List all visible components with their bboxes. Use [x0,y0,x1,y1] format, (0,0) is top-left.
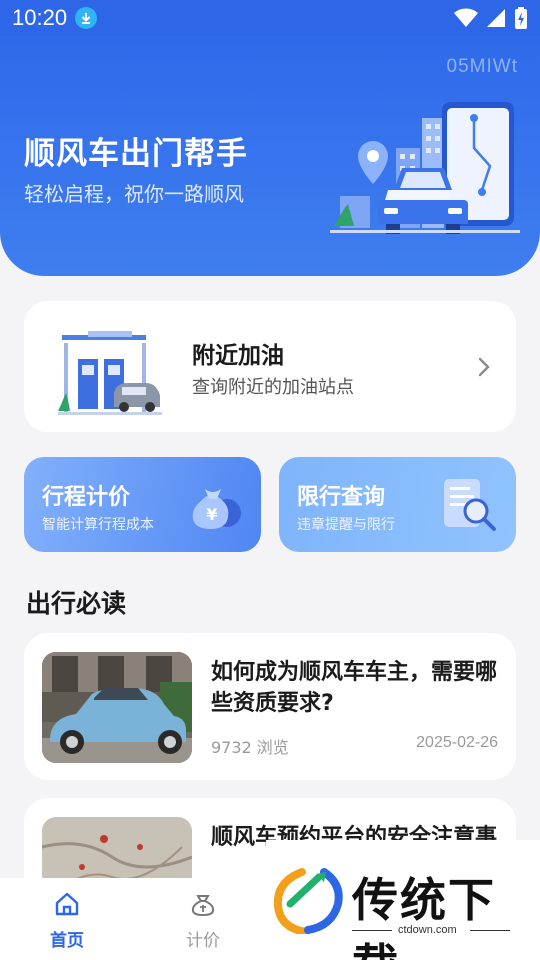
document-search-icon [444,479,496,531]
signal-icon [487,9,505,27]
trip-fare-card[interactable]: 行程计价 智能计算行程成本 ¥ [24,457,261,552]
watermark: 传统下载 ctdown.com [266,840,540,960]
nearby-gas-card[interactable]: 附近加油 查询附近的加油站点 [24,301,516,432]
download-icon [75,7,98,29]
trip-fare-subtitle: 智能计算行程成本 [42,517,154,533]
tab-home[interactable]: 首页 [32,890,102,951]
money-bag-icon: ¥ [192,489,241,529]
chevron-right-icon [478,357,490,377]
article-thumbnail [42,652,192,763]
traffic-restriction-title: 限行查询 [297,485,386,510]
watermark-divider [470,930,510,931]
tab-fare[interactable]: 计价 [168,890,238,951]
money-bag-icon [191,895,215,917]
hero-title: 顺风车出门帮手 [24,136,248,172]
status-time: 10:20 [12,5,68,30]
wifi-icon [454,8,478,27]
car-city-illustration [330,102,520,234]
tab-fare-label: 计价 [186,931,220,951]
section-title: 出行必读 [26,589,127,618]
trip-fare-title: 行程计价 [42,485,131,510]
nearby-gas-subtitle: 查询附近的加油站点 [192,377,354,398]
tab-home-label: 首页 [50,931,84,951]
article-date: 2025-02-26 [416,734,498,751]
status-bar: 10:20 [0,0,540,36]
status-icons [454,7,528,29]
article-views: 9732 浏览 [211,738,289,757]
article-title: 如何成为顺风车车主，需要哪些资质要求? [211,660,498,716]
watermark-url: ctdown.com [398,924,457,936]
home-icon [55,892,79,916]
battery-icon [515,7,527,29]
article-card[interactable]: 如何成为顺风车车主，需要哪些资质要求? 9732 浏览 2025-02-26 [24,633,516,780]
hero-banner: 05MIWt 顺风车出门帮手 轻松启程，祝你一路顺风 [0,36,540,276]
traffic-restriction-card[interactable]: 限行查询 违章提醒与限行 [279,457,516,552]
gas-station-illustration [58,331,162,415]
hero-subtitle: 轻松启程，祝你一路顺风 [24,182,244,206]
watermark-logo [273,868,343,934]
traffic-restriction-subtitle: 违章提醒与限行 [297,517,395,533]
nearby-gas-title: 附近加油 [192,343,284,369]
watermark-divider [352,930,392,931]
watermark-brand: 传统下载 [352,873,496,960]
hero-code: 05MIWt [446,56,518,77]
svg-text:¥: ¥ [206,505,217,524]
